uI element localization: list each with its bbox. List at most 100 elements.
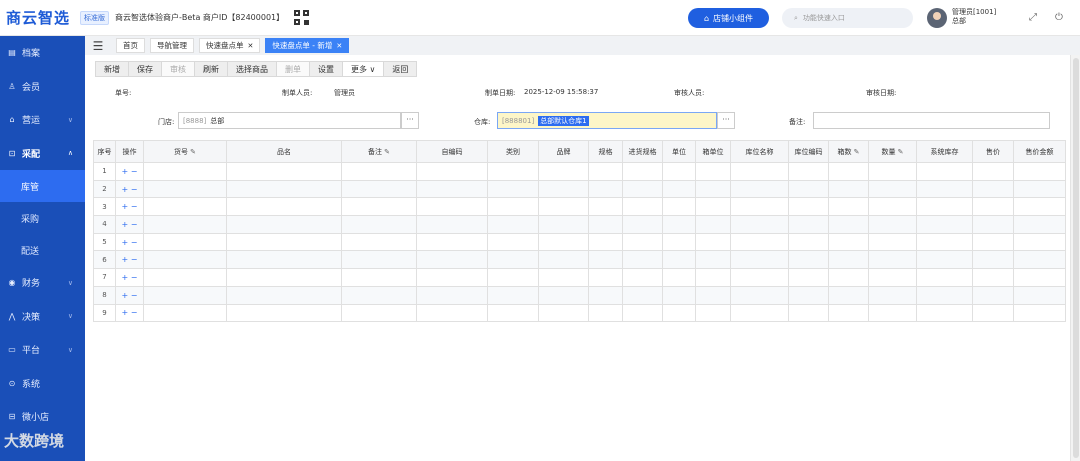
warehouse-field[interactable]: [888801] 总部默认仓库1 xyxy=(497,112,717,129)
grid-cell[interactable] xyxy=(538,179,589,199)
grid-cell[interactable] xyxy=(828,232,869,252)
grid-cell[interactable] xyxy=(341,250,417,270)
grid-cell[interactable] xyxy=(788,197,829,217)
sidebar-item-system[interactable]: ⊙ 系统 xyxy=(0,367,85,401)
grid-cell[interactable] xyxy=(143,215,227,234)
row-add-remove-buttons[interactable]: + − xyxy=(115,179,144,199)
grid-cell[interactable] xyxy=(143,285,227,305)
grid-cell[interactable] xyxy=(662,303,696,323)
grid-cell[interactable] xyxy=(487,268,539,287)
grid-cell[interactable] xyxy=(730,285,789,305)
grid-cell[interactable] xyxy=(730,197,789,217)
grid-cell[interactable] xyxy=(868,197,917,217)
grid-cell[interactable] xyxy=(143,268,227,287)
grid-cell[interactable] xyxy=(662,197,696,217)
grid-cell[interactable] xyxy=(588,250,623,270)
menu-collapse-icon[interactable]: ☰ xyxy=(85,39,111,53)
column-header[interactable]: 箱单位 xyxy=(695,140,731,163)
grid-cell[interactable] xyxy=(226,268,342,287)
store-widget-button[interactable]: ⌂ 店铺小组件 xyxy=(688,8,769,28)
grid-cell[interactable] xyxy=(416,303,488,323)
grid-cell[interactable] xyxy=(416,162,488,181)
grid-cell[interactable] xyxy=(695,215,731,234)
sidebar-item-finance[interactable]: ◉ 财务 ∨ xyxy=(0,266,85,300)
grid-cell[interactable] xyxy=(538,197,589,217)
grid-cell[interactable] xyxy=(622,268,663,287)
grid-cell[interactable] xyxy=(341,285,417,305)
column-header[interactable]: 单位 xyxy=(662,140,696,163)
grid-cell[interactable] xyxy=(972,179,1014,199)
grid-cell[interactable] xyxy=(788,285,829,305)
grid-cell[interactable] xyxy=(341,303,417,323)
grid-cell[interactable] xyxy=(916,232,973,252)
grid-cell[interactable] xyxy=(226,215,342,234)
grid-cell[interactable] xyxy=(868,232,917,252)
grid-cell[interactable] xyxy=(695,303,731,323)
grid-cell[interactable] xyxy=(695,197,731,217)
grid-cell[interactable] xyxy=(341,268,417,287)
grid-cell[interactable] xyxy=(972,215,1014,234)
save-button[interactable]: 保存 xyxy=(129,62,162,76)
column-header[interactable]: 序号 xyxy=(93,140,116,163)
sidebar-subitem-delivery[interactable]: 配送 xyxy=(0,234,85,266)
grid-cell[interactable] xyxy=(341,215,417,234)
grid-cell[interactable] xyxy=(416,232,488,252)
grid-cell[interactable] xyxy=(972,268,1014,287)
grid-cell[interactable] xyxy=(143,303,227,323)
grid-cell[interactable] xyxy=(972,232,1014,252)
grid-cell[interactable] xyxy=(416,215,488,234)
grid-cell[interactable] xyxy=(695,179,731,199)
grid-cell[interactable] xyxy=(588,162,623,181)
grid-cell[interactable] xyxy=(588,285,623,305)
grid-cell[interactable] xyxy=(662,285,696,305)
grid-cell[interactable] xyxy=(868,303,917,323)
grid-cell[interactable] xyxy=(788,162,829,181)
column-header[interactable]: 数量 ✎ xyxy=(868,140,917,163)
grid-cell[interactable] xyxy=(143,197,227,217)
grid-cell[interactable] xyxy=(487,285,539,305)
grid-cell[interactable] xyxy=(1013,285,1066,305)
grid-cell[interactable] xyxy=(1013,268,1066,287)
row-add-remove-buttons[interactable]: + − xyxy=(115,268,144,287)
warehouse-picker-button[interactable]: ··· xyxy=(717,112,735,129)
grid-cell[interactable] xyxy=(416,197,488,217)
grid-cell[interactable] xyxy=(1013,303,1066,323)
sidebar-item-decision[interactable]: ⋀ 决策 ∨ xyxy=(0,300,85,334)
grid-cell[interactable] xyxy=(588,268,623,287)
grid-cell[interactable] xyxy=(416,268,488,287)
grid-cell[interactable] xyxy=(226,250,342,270)
grid-cell[interactable] xyxy=(972,285,1014,305)
row-add-remove-buttons[interactable]: + − xyxy=(115,232,144,252)
select-product-button[interactable]: 选择商品 xyxy=(228,62,277,76)
column-header[interactable]: 备注 ✎ xyxy=(341,140,417,163)
avatar[interactable] xyxy=(927,8,947,28)
grid-cell[interactable] xyxy=(487,250,539,270)
grid-cell[interactable] xyxy=(226,303,342,323)
row-add-remove-buttons[interactable]: + − xyxy=(115,197,144,217)
grid-cell[interactable] xyxy=(341,179,417,199)
grid-cell[interactable] xyxy=(1013,197,1066,217)
sidebar-item-archive[interactable]: ▤ 档案 xyxy=(0,36,85,70)
grid-cell[interactable] xyxy=(916,179,973,199)
grid-cell[interactable] xyxy=(143,250,227,270)
grid-cell[interactable] xyxy=(788,232,829,252)
grid-cell[interactable] xyxy=(868,179,917,199)
grid-cell[interactable] xyxy=(730,250,789,270)
grid-cell[interactable] xyxy=(695,268,731,287)
scrollbar-thumb[interactable] xyxy=(1073,58,1079,458)
grid-cell[interactable] xyxy=(788,268,829,287)
grid-cell[interactable] xyxy=(916,162,973,181)
grid-cell[interactable] xyxy=(143,232,227,252)
grid-cell[interactable] xyxy=(730,215,789,234)
grid-cell[interactable] xyxy=(1013,232,1066,252)
grid-cell[interactable] xyxy=(416,250,488,270)
grid-cell[interactable] xyxy=(730,303,789,323)
grid-cell[interactable] xyxy=(226,197,342,217)
grid-cell[interactable] xyxy=(916,268,973,287)
grid-cell[interactable] xyxy=(538,268,589,287)
grid-cell[interactable] xyxy=(828,179,869,199)
grid-cell[interactable] xyxy=(622,197,663,217)
grid-cell[interactable] xyxy=(730,268,789,287)
grid-cell[interactable] xyxy=(226,285,342,305)
grid-cell[interactable] xyxy=(341,162,417,181)
